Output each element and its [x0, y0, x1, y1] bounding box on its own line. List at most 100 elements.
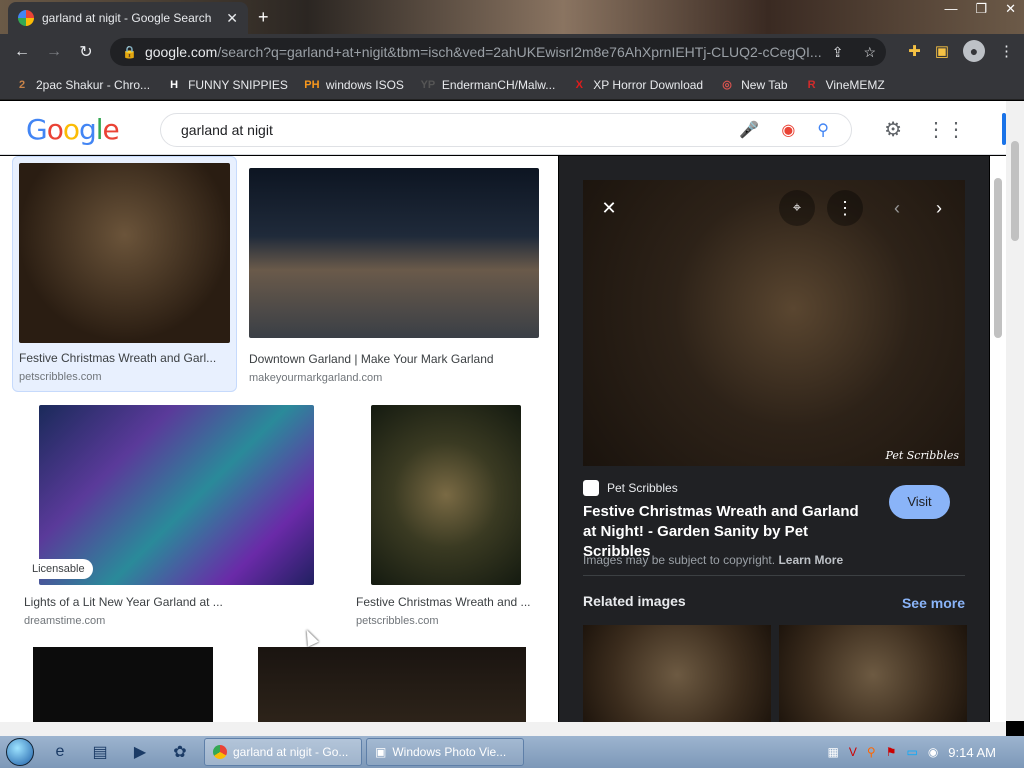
back-icon[interactable]: ←: [6, 43, 38, 61]
side-panel-icon[interactable]: ▣: [935, 42, 949, 60]
bookmark-icon: H: [170, 78, 179, 91]
bookmark-label: New Tab: [741, 77, 788, 92]
clock[interactable]: 9:14 AM: [948, 745, 996, 760]
system-tray: ▦ V ⚲ ⚑ ▭ ◉ 9:14 AM: [828, 736, 1024, 768]
search-input[interactable]: garland at nigit 🎤 ◉ ⚲: [160, 113, 852, 147]
minimize-icon[interactable]: —: [944, 0, 957, 18]
result-thumbnail[interactable]: [371, 405, 521, 585]
next-icon[interactable]: ›: [921, 190, 957, 226]
bookmark-item[interactable]: H FUNNY SNIPPIES: [166, 77, 288, 93]
share-icon[interactable]: ⇪: [832, 44, 844, 61]
taskbar-chrome-window[interactable]: garland at nigit - Go...: [204, 738, 362, 766]
panel-scroll-thumb[interactable]: [994, 178, 1002, 338]
google-header: Google garland at nigit 🎤 ◉ ⚲ ⚙ ⋮⋮: [0, 101, 1006, 155]
more-options-icon[interactable]: ⋮: [827, 190, 863, 226]
bookmark-item[interactable]: PH windows ISOS: [304, 77, 404, 93]
apps-grid-icon[interactable]: ⋮⋮: [926, 117, 966, 142]
result-caption[interactable]: Downtown Garland | Make Your Mark Garlan…: [249, 352, 539, 366]
lens-search-icon[interactable]: ◉: [781, 120, 795, 140]
google-logo[interactable]: Google: [26, 113, 120, 146]
tray-search-icon[interactable]: ⚲: [867, 745, 876, 759]
menu-kebab-icon[interactable]: ⋮: [999, 42, 1014, 60]
bookmark-item[interactable]: R VineMEMZ: [804, 77, 885, 93]
bookmark-item[interactable]: YP EndermanCH/Malw...: [420, 77, 556, 93]
close-icon[interactable]: ✕: [591, 190, 627, 226]
restore-icon[interactable]: ❐: [975, 0, 987, 18]
profile-avatar-icon[interactable]: ●: [963, 40, 985, 62]
image-result-card[interactable]: Downtown Garland | Make Your Mark Garlan…: [249, 168, 539, 392]
lock-icon[interactable]: 🔒: [122, 45, 137, 59]
bookmark-label: 2pac Shakur - Chro...: [36, 77, 151, 92]
preview-image[interactable]: ✕ ⌖ ⋮ ‹ › Pet Scribbles: [583, 180, 965, 466]
settings-gear-icon[interactable]: ⚙: [884, 117, 902, 142]
search-icon[interactable]: ⚲: [817, 120, 829, 140]
previous-icon[interactable]: ‹: [879, 190, 915, 226]
image-result-thumbnail[interactable]: [258, 647, 526, 722]
result-thumbnail[interactable]: [19, 163, 230, 343]
source-line[interactable]: Pet Scribbles: [583, 480, 678, 496]
result-thumbnail[interactable]: Licensable: [24, 405, 314, 585]
image-preview-panel: ✕ ⌖ ⋮ ‹ › Pet Scribbles Pet Scribbles Fe…: [559, 156, 989, 722]
image-result-card[interactable]: Festive Christmas Wreath and Garl... pet…: [12, 156, 237, 392]
new-tab-icon[interactable]: +: [258, 7, 269, 28]
forward-icon[interactable]: →: [38, 43, 70, 61]
licensable-badge: Licensable: [24, 559, 93, 579]
image-result-card[interactable]: Festive Christmas Wreath and ... petscri…: [356, 405, 539, 627]
taskbar-photo-viewer-window[interactable]: ▣ Windows Photo Vie...: [366, 738, 524, 766]
tab-title: garland at nigit - Google Search: [42, 11, 212, 25]
bookmark-item[interactable]: 2 2pac Shakur - Chro...: [14, 77, 150, 93]
close-window-icon[interactable]: ✕: [1005, 0, 1016, 18]
bookmark-icon: YP: [420, 78, 436, 91]
page-scroll-thumb[interactable]: [1011, 141, 1019, 241]
bookmark-label: windows ISOS: [325, 77, 404, 92]
lens-icon[interactable]: ⌖: [779, 190, 815, 226]
tray-display-icon[interactable]: ▭: [906, 745, 917, 759]
reload-icon[interactable]: ↻: [70, 42, 102, 62]
bookmark-icon: X: [575, 78, 583, 91]
related-images-heading: Related images: [583, 593, 686, 609]
bookmark-label: VineMEMZ: [825, 77, 885, 92]
bookmark-item[interactable]: ◎ New Tab: [719, 77, 787, 93]
result-thumbnail[interactable]: [249, 168, 539, 338]
media-player-icon[interactable]: ▶: [120, 742, 160, 762]
learn-more-link[interactable]: Learn More: [778, 553, 843, 567]
bookmark-star-icon[interactable]: ☆: [863, 44, 876, 61]
address-bar[interactable]: 🔒 google.com/search?q=garland+at+nigit&t…: [110, 38, 886, 66]
paint-icon[interactable]: ✿: [160, 742, 200, 762]
copyright-notice: Images may be subject to copyright. Lear…: [583, 553, 844, 567]
panel-scrollbar[interactable]: [990, 156, 1006, 722]
result-caption[interactable]: Festive Christmas Wreath and Garl...: [19, 351, 230, 365]
windows-orb-icon: [6, 738, 34, 766]
bookmarks-bar: 2 2pac Shakur - Chro... H FUNNY SNIPPIES PH w…: [0, 70, 1024, 100]
voice-search-icon[interactable]: 🎤: [739, 120, 759, 140]
bookmark-icon: ◎: [722, 78, 732, 91]
tab-strip: garland at nigit - Google Search ✕ + — ❐…: [0, 0, 1024, 34]
bookmark-label: XP Horror Download: [593, 77, 704, 92]
page-scrollbar[interactable]: [1006, 101, 1024, 721]
bookmark-item[interactable]: X XP Horror Download: [571, 77, 704, 93]
tray-v-icon[interactable]: V: [849, 745, 857, 759]
result-caption[interactable]: Festive Christmas Wreath and ...: [356, 595, 539, 609]
result-caption[interactable]: Lights of a Lit New Year Garland at ...: [20, 595, 332, 609]
tray-flag-icon[interactable]: ⚑: [886, 745, 897, 759]
source-name[interactable]: Pet Scribbles: [607, 481, 678, 495]
image-result-thumbnail[interactable]: [33, 647, 213, 722]
close-tab-icon[interactable]: ✕: [226, 10, 238, 27]
see-more-link[interactable]: See more: [902, 595, 965, 611]
visit-button[interactable]: Visit: [889, 485, 950, 519]
bookmark-label: EndermanCH/Malw...: [441, 77, 556, 92]
start-button[interactable]: [0, 736, 40, 768]
folder-icon[interactable]: ▤: [80, 742, 120, 762]
internet-explorer-icon[interactable]: e: [40, 743, 80, 761]
mouse-cursor: [301, 627, 319, 647]
search-query[interactable]: garland at nigit: [181, 122, 739, 138]
related-image[interactable]: [583, 625, 771, 722]
tray-speaker-icon[interactable]: ◉: [928, 745, 938, 759]
window-controls: — ❐ ✕: [944, 0, 1016, 18]
image-result-card[interactable]: Licensable Lights of a Lit New Year Garl…: [20, 405, 332, 627]
tray-app-icon[interactable]: ▦: [828, 745, 839, 759]
extensions-icon[interactable]: ✚: [908, 42, 921, 60]
browser-tab[interactable]: garland at nigit - Google Search ✕: [8, 2, 248, 34]
related-image[interactable]: [779, 625, 967, 722]
horizontal-scrollbar[interactable]: [0, 722, 1006, 736]
